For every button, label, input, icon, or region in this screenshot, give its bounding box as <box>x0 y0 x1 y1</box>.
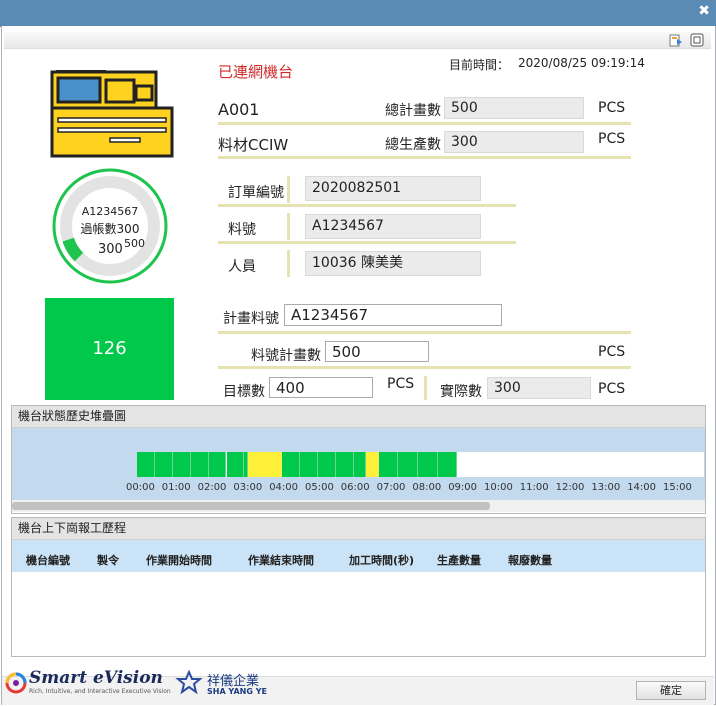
timeline-tick-label: 01:00 <box>161 482 191 493</box>
current-time-label: 目前時間： <box>449 58 510 72</box>
timeline-tick-label: 00:00 <box>126 482 155 493</box>
fullscreen-icon[interactable] <box>690 33 704 47</box>
total-plan-field: 500 <box>444 97 584 119</box>
pcs-unit-2: PCS <box>598 131 626 147</box>
company-name-en: SHA YANG YE <box>207 687 267 696</box>
part-no-label: 料號 <box>228 222 256 238</box>
report-title: 機台上下崗報工歷程 <box>12 518 705 540</box>
divider <box>287 213 290 240</box>
actual-field: 300 <box>487 377 591 399</box>
person-field: 10036 陳美美 <box>305 251 481 276</box>
actual-label: 實際數 <box>440 384 482 400</box>
timeline-tick-label: 09:00 <box>448 482 478 493</box>
gauge-part: A1234567 <box>81 205 139 218</box>
timeline-tick-label: 07:00 <box>376 482 406 493</box>
person-label: 人員 <box>228 259 256 275</box>
divider <box>287 250 290 277</box>
divider <box>218 241 516 244</box>
running-segment[interactable] <box>398 452 419 477</box>
order-no-label: 訂單編號 <box>228 185 284 201</box>
pcs-unit-4: PCS <box>387 376 415 392</box>
brand-logo-icon <box>5 672 27 694</box>
running-segment[interactable] <box>208 452 227 477</box>
part-no-field: A1234567 <box>305 214 481 239</box>
plan-part-field: A1234567 <box>284 304 502 326</box>
running-segment[interactable] <box>335 452 354 477</box>
timeline-tick-label: 04:00 <box>269 482 299 493</box>
timeline-tick-label: 15:00 <box>663 482 692 493</box>
running-segment[interactable] <box>353 452 367 477</box>
running-segment[interactable] <box>281 452 300 477</box>
column-header[interactable]: 加工時間(秒) <box>349 552 414 568</box>
target-field: 400 <box>269 377 373 398</box>
divider <box>218 366 631 369</box>
divider <box>218 156 631 159</box>
idle-segment[interactable] <box>247 452 282 477</box>
timeline-tick-label: 12:00 <box>555 482 585 493</box>
timeline-tick-label: 02:00 <box>197 482 227 493</box>
brand-tagline: Rich, Intuitive, and Interactive Executi… <box>29 688 171 695</box>
total-plan-label: 總計畫數 <box>385 103 441 119</box>
machine-id: A001 <box>218 100 260 119</box>
running-segment[interactable] <box>418 452 438 477</box>
scrollbar-thumb[interactable] <box>12 502 490 510</box>
divider <box>424 376 427 400</box>
divider <box>287 176 290 203</box>
timeline-tick-label: 11:00 <box>519 482 549 493</box>
column-header[interactable]: 作業結束時間 <box>248 552 314 568</box>
total-output-field: 300 <box>444 131 584 153</box>
pcs-unit-1: PCS <box>598 100 626 116</box>
material-label: 料材CCIW <box>218 136 289 154</box>
machine-icon <box>50 70 174 158</box>
column-header[interactable]: 生產數量 <box>437 552 481 568</box>
part-plan-qty-field: 500 <box>325 341 429 362</box>
status-title: 已連網機台 <box>218 63 294 81</box>
order-no-field: 2020082501 <box>305 176 481 201</box>
timeline-tick-label: 06:00 <box>340 482 370 493</box>
count-box: 126 <box>45 298 174 400</box>
target-label: 目標數 <box>223 384 265 400</box>
running-segment[interactable] <box>378 452 399 477</box>
running-segment[interactable] <box>299 452 318 477</box>
timeline-tick-label: 08:00 <box>412 482 442 493</box>
running-segment[interactable] <box>317 452 336 477</box>
column-header[interactable]: 機台編號 <box>26 552 70 568</box>
gauge-target: 500 <box>124 237 145 250</box>
toolbar <box>4 32 711 49</box>
divider <box>218 122 631 125</box>
running-segment[interactable] <box>226 452 245 477</box>
timeline-tick-label: 13:00 <box>591 482 621 493</box>
current-time: 2020/08/25 09:19:14 <box>518 56 645 70</box>
plan-part-label: 計畫料號 <box>223 311 279 327</box>
brand-name: Smart eVision <box>29 668 163 688</box>
running-segment[interactable] <box>190 452 209 477</box>
running-segment[interactable] <box>154 452 173 477</box>
gauge-current: 300 <box>98 242 123 257</box>
close-icon[interactable]: ✖ <box>698 3 710 19</box>
divider <box>218 331 631 334</box>
running-segment[interactable] <box>172 452 191 477</box>
pcs-unit-3: PCS <box>598 344 626 360</box>
running-segment[interactable] <box>137 452 155 477</box>
part-plan-qty-label: 料號計畫數 <box>251 348 321 364</box>
company-logo-icon <box>175 670 203 695</box>
divider <box>218 204 516 207</box>
confirm-button[interactable]: 確定 <box>636 681 706 700</box>
pcs-unit-5: PCS <box>598 381 626 397</box>
column-header[interactable]: 報廢數量 <box>508 552 552 568</box>
history-title: 機台狀態歷史堆疊圖 <box>12 406 705 428</box>
window-titlebar <box>0 0 716 27</box>
timeline-tick-label: 10:00 <box>484 482 513 493</box>
timeline-tick-label: 05:00 <box>305 482 334 493</box>
timeline-tick-label: 14:00 <box>627 482 657 493</box>
timeline-tick-label: 03:00 <box>233 482 263 493</box>
total-output-label: 總生產數 <box>385 137 441 153</box>
column-header[interactable]: 作業開始時間 <box>146 552 212 568</box>
export-icon[interactable] <box>669 33 683 47</box>
column-header[interactable]: 製令 <box>97 552 119 568</box>
running-segment[interactable] <box>437 452 458 477</box>
gauge-post-count: 過帳數300 <box>80 222 140 236</box>
idle-segment[interactable] <box>366 452 379 477</box>
